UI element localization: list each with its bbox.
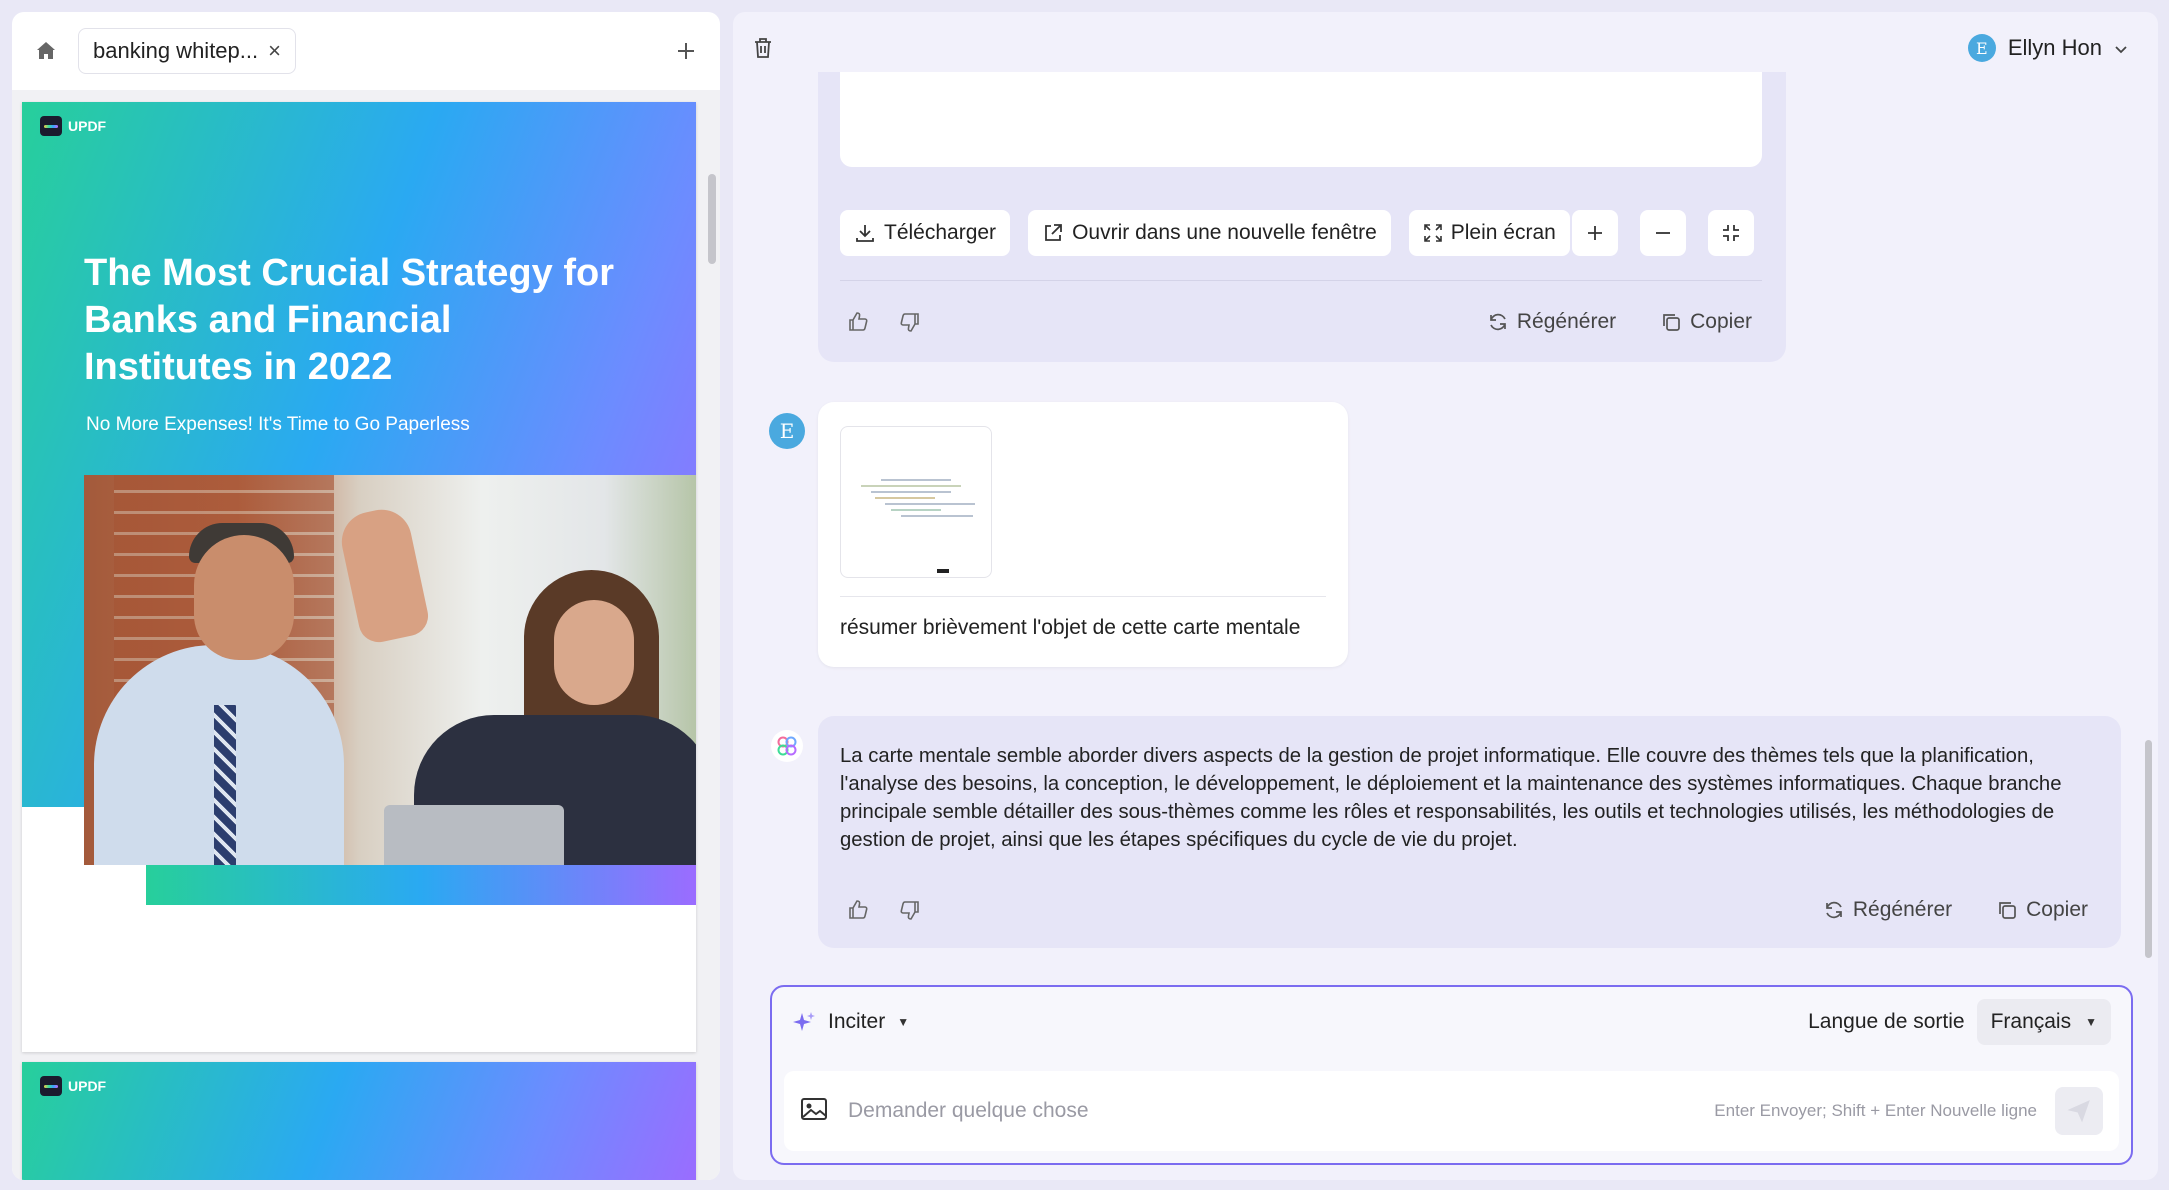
page2-gradient: UPDF (22, 1062, 696, 1180)
zoom-in-button[interactable] (1571, 210, 1618, 256)
chat-input-row: Enter Envoyer; Shift + Enter Nouvelle li… (784, 1071, 2119, 1151)
copy-button[interactable]: Copier (1996, 898, 2088, 922)
language-value: Français (1990, 1010, 2072, 1033)
thumbs-up-icon[interactable] (840, 892, 876, 928)
refresh-icon (1490, 313, 1506, 331)
divider (840, 280, 1762, 281)
photo-hands (336, 504, 432, 646)
updf-logo: UPDF (40, 1076, 106, 1096)
image-upload-icon[interactable] (800, 1096, 828, 1127)
pdf-page-1: UPDF The Most Crucial Strategy for Banks… (22, 102, 696, 1052)
output-language: Langue de sortie Français ▼ (1808, 999, 2111, 1045)
caret-down-icon: ▼ (2085, 1015, 2097, 1029)
chat-composer: Inciter ▼ Langue de sortie Français ▼ En… (770, 985, 2133, 1165)
language-select[interactable]: Français ▼ (1976, 999, 2111, 1045)
chevron-down-icon (2114, 35, 2128, 61)
thumbs-up-icon[interactable] (840, 304, 876, 340)
user-menu[interactable]: E Ellyn Hon (1967, 34, 2128, 62)
assistant-message-text: La carte mentale semble aborder divers a… (840, 745, 2062, 851)
close-tab-icon[interactable]: × (268, 38, 281, 64)
cover-photo-high-five (84, 475, 696, 865)
sparkle-icon (793, 1012, 815, 1031)
updf-logo-text: UPDF (68, 118, 107, 134)
download-label: Télécharger (884, 221, 997, 244)
updf-logo-text: UPDF (68, 1078, 107, 1094)
prompt-label: Inciter (828, 1010, 886, 1033)
zoom-out-button[interactable] (1639, 210, 1686, 256)
plus-icon (1587, 226, 1602, 240)
mindmap-preview (840, 72, 1762, 167)
updf-logo-icon (40, 1076, 62, 1096)
regenerate-button[interactable]: Régénérer (1823, 898, 1952, 922)
download-icon (856, 225, 874, 242)
photo-tie (214, 705, 236, 865)
photo-man-head (194, 535, 294, 660)
divider (840, 596, 1326, 597)
trash-icon[interactable] (743, 28, 783, 68)
pdf-page-2: UPDF (22, 1062, 696, 1180)
regenerate-button[interactable]: Régénérer (1487, 310, 1616, 334)
fit-view-button[interactable] (1707, 210, 1754, 256)
output-language-label: Langue de sortie (1808, 1010, 1965, 1033)
plus-icon[interactable] (666, 31, 706, 71)
input-hint: Enter Envoyer; Shift + Enter Nouvelle li… (1714, 1101, 2037, 1120)
send-button[interactable] (2055, 1087, 2103, 1135)
ai-assistant-icon (771, 730, 803, 762)
mindmap-toolbar: Télécharger Ouvrir dans une nouvelle fen… (840, 210, 1754, 256)
composer-options: Inciter ▼ Langue de sortie Français ▼ (772, 987, 2131, 1057)
document-tab[interactable]: banking whitep... × (78, 28, 296, 74)
cover-subtitle: No More Expenses! It's Time to Go Paperl… (86, 414, 470, 435)
copy-icon (1663, 314, 1680, 331)
send-icon (2067, 1100, 2090, 1123)
document-viewer[interactable]: UPDF The Most Crucial Strategy for Banks… (12, 90, 720, 1180)
message-actions: Régénérer Copier (840, 892, 2102, 928)
thumbs-down-icon[interactable] (892, 892, 928, 928)
chat-scrollbar[interactable] (2145, 740, 2152, 958)
thumbs-down-icon[interactable] (892, 304, 928, 340)
prompt-dropdown[interactable]: Inciter ▼ (792, 1010, 909, 1034)
caret-down-icon: ▼ (897, 1015, 910, 1029)
updf-logo: UPDF (40, 116, 106, 136)
photo-laptop (384, 805, 564, 865)
copy-label: Copier (1690, 310, 1752, 333)
fullscreen-icon (1423, 224, 1442, 242)
user-message-text: résumer brièvement l'objet de cette cart… (840, 616, 1301, 639)
photo-woman-face (554, 600, 634, 705)
home-icon[interactable] (26, 31, 66, 71)
regenerate-label: Régénérer (1852, 898, 1953, 921)
fullscreen-label: Plein écran (1450, 221, 1556, 244)
download-button[interactable]: Télécharger (840, 210, 1011, 256)
assistant-message-mindmap: Télécharger Ouvrir dans une nouvelle fen… (818, 72, 1786, 362)
attached-mindmap-thumbnail[interactable] (840, 426, 992, 578)
minus-icon (1655, 232, 1670, 234)
document-tab-bar: banking whitep... × (12, 12, 720, 90)
updf-logo-icon (40, 116, 62, 136)
collapse-icon (1722, 225, 1739, 241)
document-tab-label: banking whitep... (93, 38, 259, 63)
copy-label: Copier (2026, 898, 2088, 921)
refresh-icon (1826, 901, 1842, 919)
regenerate-label: Régénérer (1516, 310, 1617, 333)
avatar: E (1967, 34, 1996, 62)
open-new-window-label: Ouvrir dans une nouvelle fenêtre (1072, 221, 1377, 244)
fullscreen-button[interactable]: Plein écran (1408, 210, 1570, 256)
message-actions: Régénérer Copier (840, 304, 1762, 340)
document-panel: banking whitep... × UPDF The Most Crucia… (12, 12, 720, 1180)
open-new-window-button[interactable]: Ouvrir dans une nouvelle fenêtre (1028, 210, 1391, 256)
cover-accent-band (146, 865, 696, 905)
document-scrollbar[interactable] (708, 174, 716, 264)
chat-panel: E Ellyn Hon Télécharger Ouvrir dans une … (733, 12, 2158, 1180)
external-link-icon (1045, 224, 1062, 241)
copy-icon (1999, 902, 2016, 919)
user-name: Ellyn Hon (2007, 35, 2102, 60)
user-message: résumer brièvement l'objet de cette cart… (818, 402, 1348, 667)
avatar: E (769, 413, 805, 449)
assistant-message: La carte mentale semble aborder divers a… (818, 716, 2121, 948)
copy-button[interactable]: Copier (1660, 310, 1752, 334)
cover-title: The Most Crucial Strategy for Banks and … (84, 252, 614, 388)
chat-input[interactable] (848, 1099, 1715, 1123)
